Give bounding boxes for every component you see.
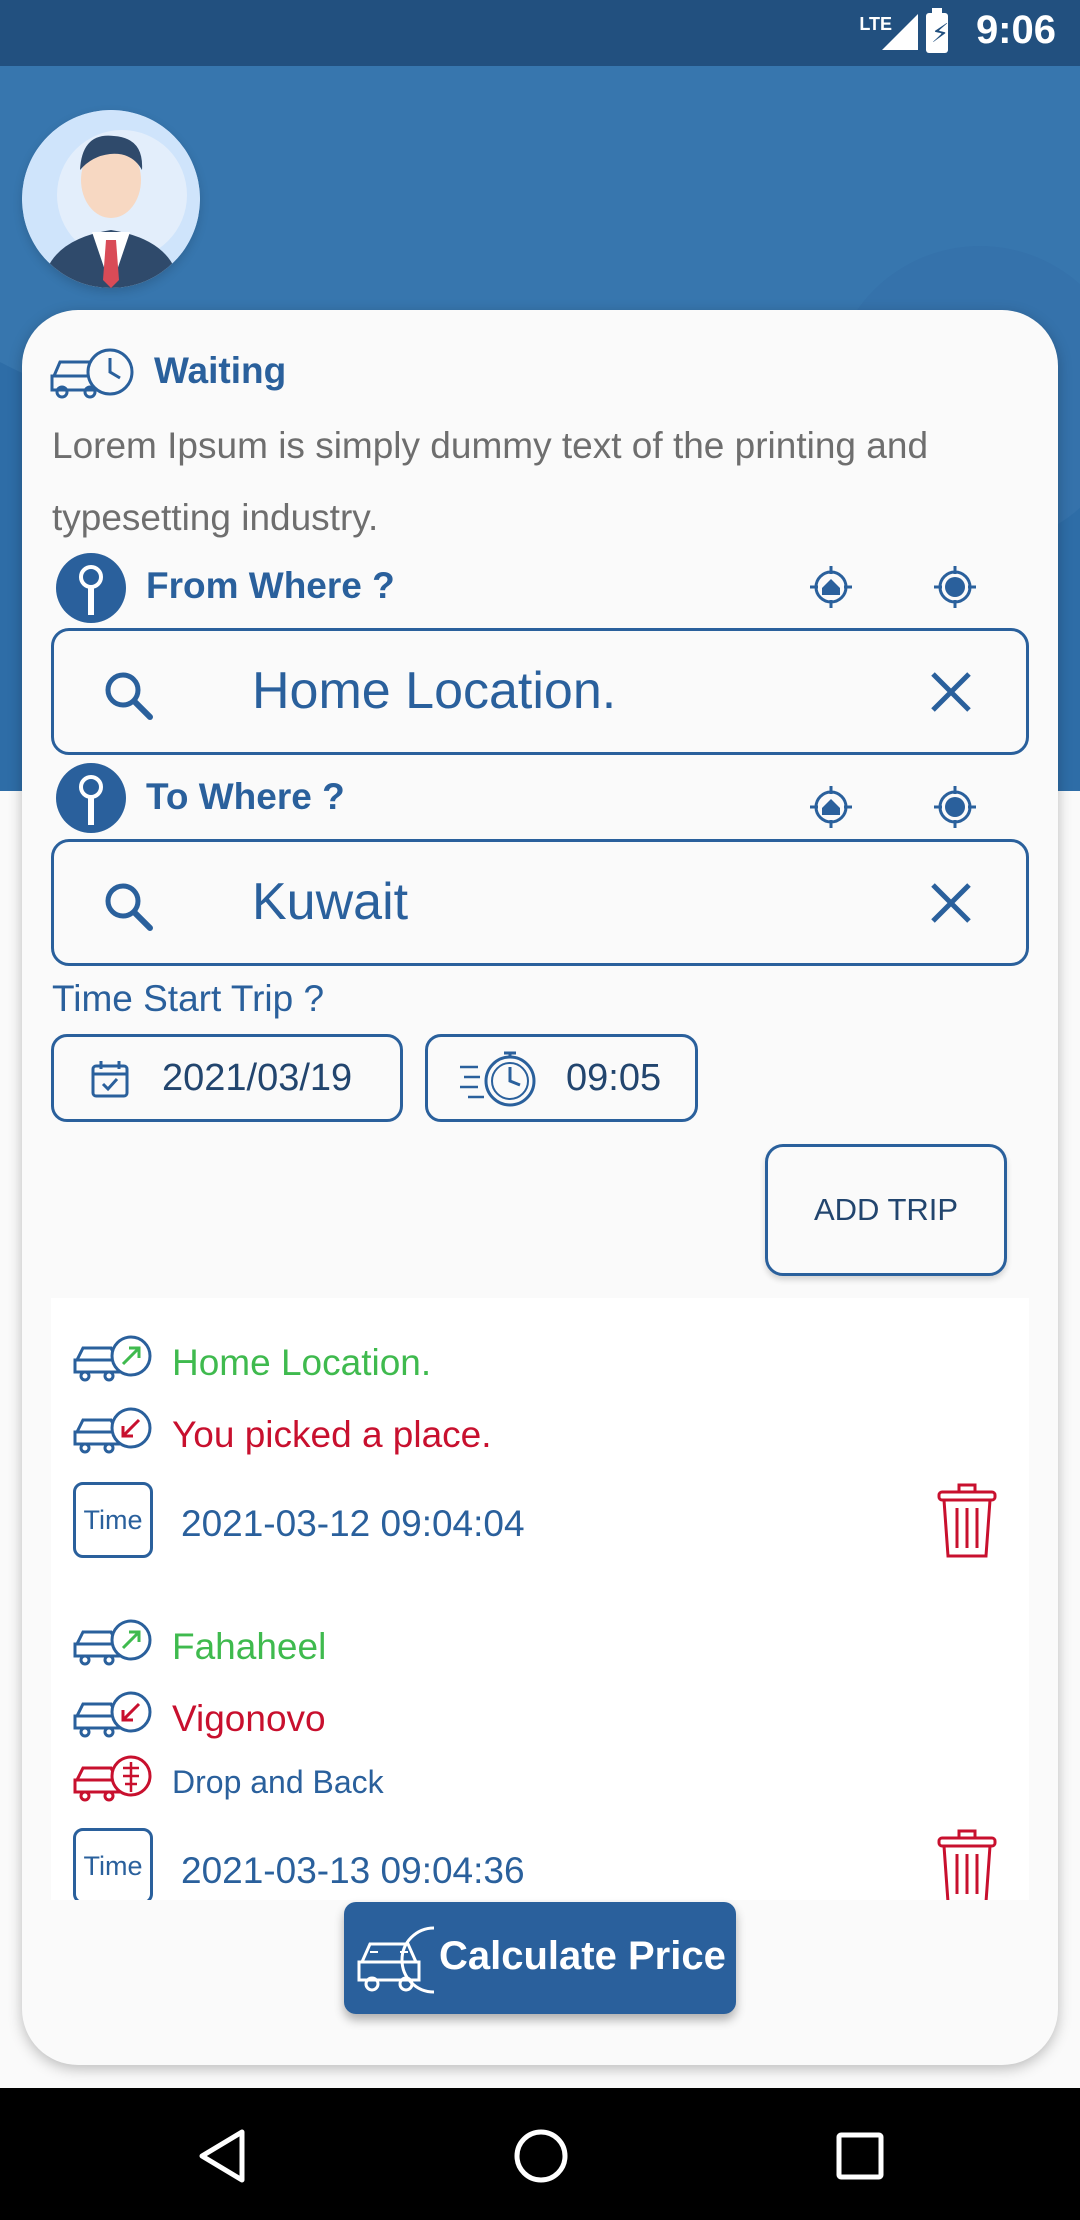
calculate-price-label: Calculate Price bbox=[439, 1934, 726, 1978]
signal-icon bbox=[882, 14, 918, 50]
navigation-bar bbox=[0, 2088, 1080, 2220]
from-value[interactable]: Home Location. bbox=[252, 661, 616, 721]
trash-icon[interactable] bbox=[937, 1482, 997, 1560]
trash-icon[interactable] bbox=[937, 1828, 997, 1900]
car-up-arrow-icon bbox=[73, 1619, 152, 1666]
close-icon[interactable] bbox=[928, 880, 974, 926]
time-picker[interactable]: 09:05 bbox=[425, 1034, 698, 1122]
gps-target-icon[interactable] bbox=[932, 784, 978, 830]
trip-from: Fahaheel bbox=[172, 1626, 327, 1667]
status-description: Lorem Ipsum is simply dummy text of the … bbox=[52, 425, 929, 538]
to-value[interactable]: Kuwait bbox=[252, 872, 408, 932]
trip-to: Vigonovo bbox=[172, 1698, 326, 1739]
trip-time: 2021-03-12 09:04:04 bbox=[181, 1503, 525, 1544]
calculate-price-button[interactable]: Calculate Price bbox=[344, 1902, 736, 2014]
key-icon bbox=[56, 763, 126, 833]
back-nav-icon[interactable] bbox=[196, 2128, 248, 2184]
home-target-icon[interactable] bbox=[808, 564, 854, 610]
clock: 9:06 bbox=[975, 8, 1056, 52]
from-field[interactable]: Home Location. bbox=[51, 628, 1029, 755]
time-start-label: Time Start Trip ? bbox=[52, 978, 325, 1019]
to-field[interactable]: Kuwait bbox=[51, 839, 1029, 966]
trip-from: Home Location. bbox=[172, 1342, 432, 1383]
status-bar: LTE ⚡ 9:06 bbox=[0, 0, 1080, 66]
key-icon bbox=[56, 553, 126, 623]
add-trip-button[interactable]: ADD TRIP bbox=[765, 1144, 1007, 1276]
date-value: 2021/03/19 bbox=[162, 1057, 353, 1099]
time-badge: Time bbox=[73, 1828, 153, 1900]
trip-time: 2021-03-13 09:04:36 bbox=[181, 1850, 525, 1891]
car-clock-icon bbox=[50, 348, 134, 399]
car-down-arrow-icon bbox=[73, 1691, 152, 1738]
close-icon[interactable] bbox=[928, 669, 974, 715]
from-label: From Where ? bbox=[146, 565, 395, 606]
status-title: Waiting bbox=[154, 350, 287, 391]
car-route-icon bbox=[73, 1755, 152, 1802]
search-icon bbox=[105, 672, 153, 720]
stopwatch-icon bbox=[460, 1051, 536, 1107]
car-down-arrow-icon bbox=[73, 1407, 152, 1454]
to-label: To Where ? bbox=[146, 776, 345, 817]
trip-list[interactable]: Home Location. You picked a place. Time … bbox=[51, 1298, 1029, 1900]
calendar-icon bbox=[91, 1061, 129, 1098]
home-nav-icon[interactable] bbox=[513, 2128, 569, 2184]
date-picker[interactable]: 2021/03/19 bbox=[51, 1034, 403, 1122]
search-icon bbox=[105, 883, 153, 931]
time-value: 09:05 bbox=[566, 1057, 662, 1099]
battery-icon: ⚡ bbox=[926, 8, 949, 53]
trip-to: You picked a place. bbox=[172, 1414, 492, 1455]
home-target-icon[interactable] bbox=[808, 784, 854, 830]
trip-type: Drop and Back bbox=[172, 1764, 384, 1800]
time-badge: Time bbox=[73, 1482, 153, 1558]
gps-target-icon[interactable] bbox=[932, 564, 978, 610]
recents-nav-icon[interactable] bbox=[836, 2132, 884, 2180]
user-avatar[interactable] bbox=[22, 110, 200, 288]
car-up-arrow-icon bbox=[73, 1335, 152, 1382]
